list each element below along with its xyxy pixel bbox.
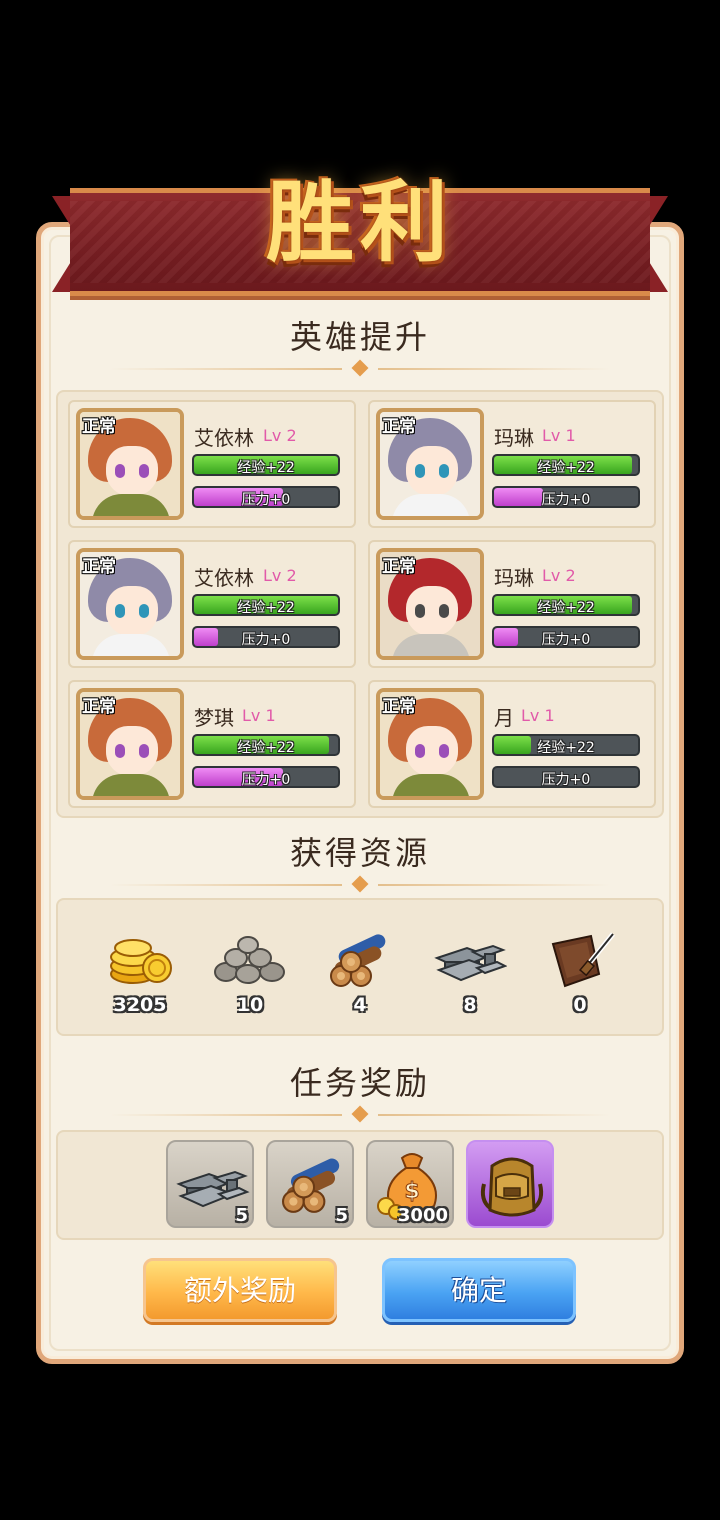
stone-pile-icon (202, 930, 298, 992)
exp-bar-label: 经验+22 (537, 600, 595, 616)
resource-item-leather: 0 (532, 930, 628, 1016)
hero-level: Lv 1 (521, 706, 555, 725)
exp-bar: 经验+22 (492, 734, 640, 756)
resource-item-iron: 8 (422, 930, 518, 1016)
hero-name: 月 (494, 706, 514, 730)
hero-list: 正常 艾依林 Lv 2 经验+22 压力+0 正常 玛琳 Lv 1 经验+22 … (56, 390, 664, 818)
resource-item-wood: 4 (312, 930, 408, 1016)
reward-list (56, 1130, 664, 1240)
reward-item-iron[interactable]: 5 (166, 1140, 254, 1228)
hero-level: Lv 2 (263, 566, 297, 585)
hero-portrait: 正常 (376, 408, 484, 520)
resource-item-stone: 10 (202, 930, 298, 1016)
exp-bar-label: 经验+22 (537, 740, 595, 756)
hero-name: 艾依林 (194, 566, 254, 590)
exp-bar: 经验+22 (492, 454, 640, 476)
pressure-bar-label: 压力+0 (241, 632, 291, 648)
resource-item-gold: 3205 (92, 930, 188, 1016)
hero-portrait: 正常 (376, 688, 484, 800)
exp-bar-label: 经验+22 (537, 460, 595, 476)
reward-quantity: 3000 (397, 1205, 448, 1226)
reward-item-backpack[interactable] (466, 1140, 554, 1228)
hero-name: 艾依林 (194, 426, 254, 450)
hero-card: 正常 月 Lv 1 经验+22 压力+0 (368, 680, 656, 808)
hero-status-tag: 正常 (82, 697, 116, 717)
section-title-hero-upgrade: 英雄提升 (289, 318, 430, 356)
victory-title: 胜利 (265, 170, 454, 274)
hero-level: Lv 2 (263, 426, 297, 445)
exp-bar-label: 经验+22 (237, 600, 295, 616)
hero-name: 玛琳 (494, 566, 534, 590)
backpack-icon (480, 1157, 544, 1217)
exp-bar-label: 经验+22 (237, 740, 295, 756)
hero-status-tag: 正常 (382, 557, 416, 577)
section-title-task-rewards: 任务奖励 (289, 1064, 430, 1102)
hero-card: 正常 艾依林 Lv 2 经验+22 压力+0 (68, 400, 356, 528)
resource-count: 0 (573, 994, 587, 1016)
hero-level: Lv 2 (542, 566, 576, 585)
hero-status-tag: 正常 (382, 697, 416, 717)
pressure-bar-label: 压力+0 (241, 772, 291, 788)
pressure-bar-label: 压力+0 (541, 772, 591, 788)
hero-portrait: 正常 (76, 688, 184, 800)
exp-bar-label: 经验+22 (237, 460, 295, 476)
exp-bar: 经验+22 (192, 454, 340, 476)
pressure-bar: 压力+0 (192, 766, 340, 788)
pressure-bar: 压力+0 (192, 626, 340, 648)
hero-card: 正常 艾依林 Lv 2 经验+22 压力+0 (68, 540, 356, 668)
hero-status-tag: 正常 (82, 557, 116, 577)
reward-quantity: 5 (335, 1205, 348, 1226)
resource-count: 4 (353, 994, 367, 1016)
hero-portrait: 正常 (76, 548, 184, 660)
resource-count: 8 (463, 994, 477, 1016)
section-divider (110, 1105, 610, 1123)
hero-portrait: 正常 (76, 408, 184, 520)
pressure-bar: 压力+0 (192, 486, 340, 508)
exp-bar: 经验+22 (492, 594, 640, 616)
confirm-button[interactable]: 确定 (382, 1258, 576, 1322)
hero-portrait: 正常 (376, 548, 484, 660)
wood-logs-icon (312, 930, 408, 992)
hero-level: Lv 1 (542, 426, 576, 445)
victory-banner: 胜利 (52, 170, 668, 298)
pressure-bar-label: 压力+0 (541, 632, 591, 648)
extra-reward-button[interactable]: 额外奖励 (143, 1258, 337, 1322)
reward-item-wood[interactable]: 5 (266, 1140, 354, 1228)
pressure-bar: 压力+0 (492, 486, 640, 508)
reward-quantity: 5 (235, 1205, 248, 1226)
pressure-bar: 压力+0 (492, 766, 640, 788)
section-title-resources: 获得资源 (289, 834, 430, 872)
svg-text:$: $ (404, 1179, 419, 1204)
resource-count: 10 (236, 994, 264, 1016)
pressure-bar-label: 压力+0 (241, 492, 291, 508)
reward-item-money-bag[interactable]: $ 3000 (366, 1140, 454, 1228)
section-divider (110, 359, 610, 377)
leather-hide-icon (532, 930, 628, 992)
hero-card: 正常 玛琳 Lv 1 经验+22 压力+0 (368, 400, 656, 528)
resource-count: 3205 (113, 994, 167, 1016)
section-divider (110, 875, 610, 893)
exp-bar: 经验+22 (192, 734, 340, 756)
iron-ingot-icon (422, 930, 518, 992)
hero-name: 梦琪 (194, 706, 234, 730)
gold-coins-icon (92, 930, 188, 992)
exp-bar: 经验+22 (192, 594, 340, 616)
hero-name: 玛琳 (494, 426, 534, 450)
pressure-bar: 压力+0 (492, 626, 640, 648)
hero-card: 正常 玛琳 Lv 2 经验+22 压力+0 (368, 540, 656, 668)
hero-card: 正常 梦琪 Lv 1 经验+22 压力+0 (68, 680, 356, 808)
pressure-bar-label: 压力+0 (541, 492, 591, 508)
hero-status-tag: 正常 (382, 417, 416, 437)
hero-level: Lv 1 (242, 706, 276, 725)
hero-status-tag: 正常 (82, 417, 116, 437)
